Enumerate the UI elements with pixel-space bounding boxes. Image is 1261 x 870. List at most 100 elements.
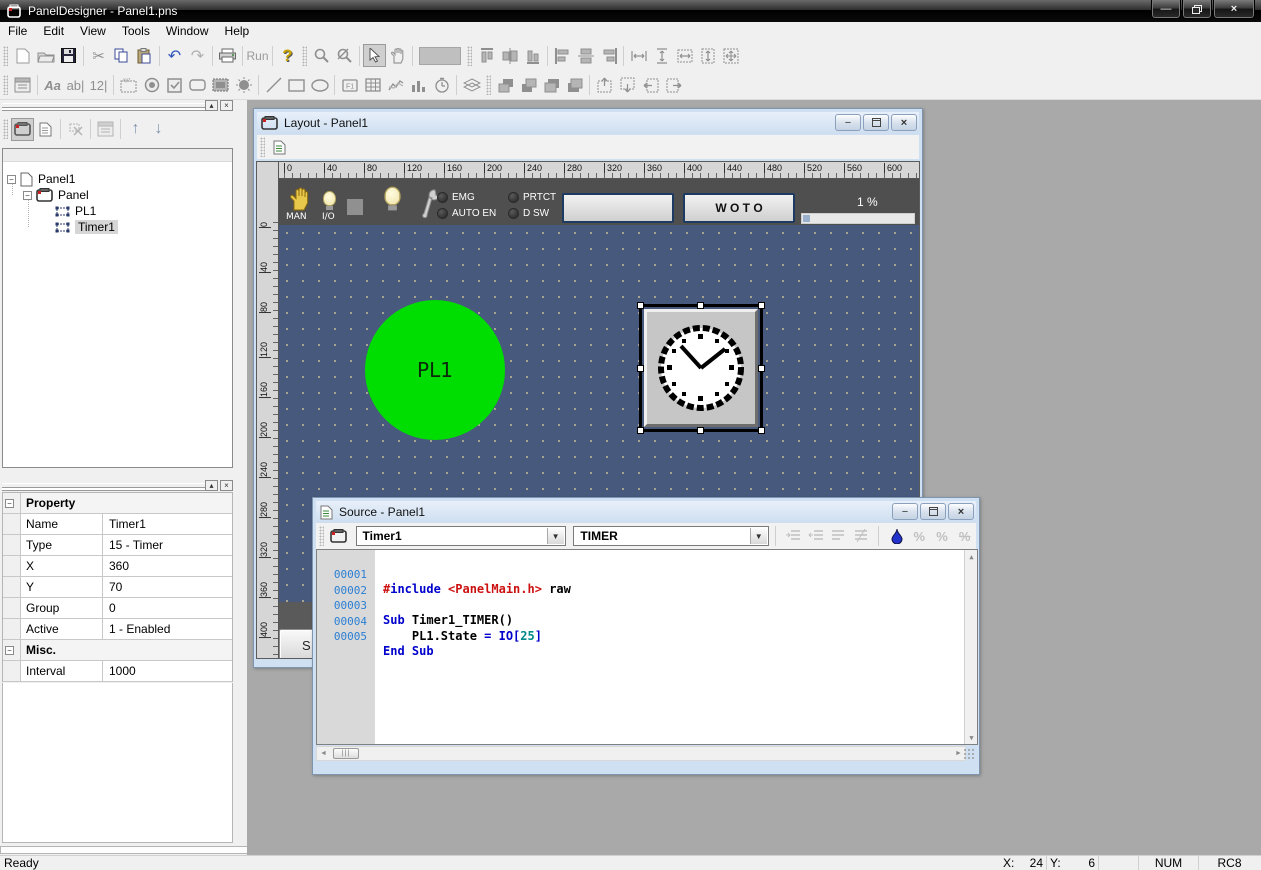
- timer-widget-button[interactable]: [430, 74, 453, 97]
- rectangle-tool-button[interactable]: [285, 74, 308, 97]
- manual-hand-icon[interactable]: [287, 187, 311, 211]
- pan-tool-button[interactable]: [386, 44, 409, 67]
- close-button[interactable]: ×: [948, 503, 974, 520]
- checkbox-widget-button[interactable]: [163, 74, 186, 97]
- nudge-left-button[interactable]: [639, 74, 662, 97]
- bring-to-front-button[interactable]: [494, 74, 517, 97]
- horizontal-scrollbar[interactable]: ◄ ► |||: [316, 746, 966, 761]
- help-button[interactable]: ?: [276, 44, 299, 67]
- ellipse-tool-button[interactable]: [308, 74, 331, 97]
- same-height-button[interactable]: [650, 44, 673, 67]
- align-lefts-button[interactable]: [551, 44, 574, 67]
- collapse-icon[interactable]: −: [5, 499, 14, 508]
- align-middles-button[interactable]: [574, 44, 597, 67]
- menu-view[interactable]: View: [72, 23, 114, 39]
- bar-chart-widget-button[interactable]: [407, 74, 430, 97]
- scroll-left-icon[interactable]: ◄: [317, 747, 330, 760]
- resize-handle[interactable]: [758, 302, 765, 309]
- property-panel-splitter[interactable]: ▴ ×: [2, 480, 233, 491]
- source-window[interactable]: Source - Panel1 − × Timer1 ▼ TIMER ▼: [312, 497, 980, 775]
- resize-handle[interactable]: [697, 302, 704, 309]
- lamp-bulb-icon[interactable]: [384, 187, 400, 211]
- number-tool-button[interactable]: 12|: [87, 74, 110, 97]
- layout-window-titlebar[interactable]: Layout - Panel1 − ×: [257, 112, 919, 134]
- tree-panel-splitter[interactable]: ▴ ×: [2, 100, 233, 111]
- align-left-button[interactable]: [475, 44, 498, 67]
- event-dropdown[interactable]: TIMER ▼: [573, 526, 768, 546]
- io-bulb-icon[interactable]: [323, 191, 336, 210]
- radio-widget-button[interactable]: [140, 74, 163, 97]
- panel-close-button[interactable]: ×: [220, 480, 233, 491]
- source-view-button[interactable]: [34, 118, 57, 141]
- label-tool-button[interactable]: ab|: [64, 74, 87, 97]
- send-to-back-button[interactable]: [517, 74, 540, 97]
- code-line[interactable]: 00002: [317, 570, 963, 586]
- button-widget-button[interactable]: [186, 74, 209, 97]
- form-properties-button[interactable]: [11, 74, 34, 97]
- property-group-header[interactable]: − Misc.: [3, 640, 232, 661]
- toolbar-grip[interactable]: [3, 75, 8, 95]
- menu-edit[interactable]: Edit: [35, 23, 72, 39]
- collapse-icon[interactable]: −: [23, 191, 32, 200]
- property-value[interactable]: 70: [103, 577, 232, 597]
- nudge-down-button[interactable]: [616, 74, 639, 97]
- copy-button[interactable]: [110, 44, 133, 67]
- property-value[interactable]: 0: [103, 598, 232, 618]
- resize-handle[interactable]: [637, 302, 644, 309]
- woto-button[interactable]: W O T O: [683, 193, 795, 223]
- gray-square-icon[interactable]: [347, 199, 363, 215]
- open-file-button[interactable]: [34, 44, 57, 67]
- layers-button[interactable]: [460, 74, 483, 97]
- stretch-width-button[interactable]: [673, 44, 696, 67]
- vertical-scrollbar[interactable]: ▲ ▼: [964, 550, 977, 744]
- page-button[interactable]: [268, 136, 291, 159]
- panel-expand-button[interactable]: ▴: [205, 100, 218, 111]
- paste-button[interactable]: [133, 44, 156, 67]
- cut-button[interactable]: ✂: [87, 44, 110, 67]
- scroll-down-icon[interactable]: ▼: [965, 731, 978, 744]
- toolbar-grip[interactable]: [467, 46, 472, 66]
- blank-strip-button[interactable]: [562, 193, 674, 223]
- menu-help[interactable]: Help: [217, 23, 258, 39]
- pl1-lamp-widget[interactable]: PL1: [365, 300, 505, 440]
- toolbar-grip[interactable]: [486, 75, 491, 95]
- scrollbar-thumb[interactable]: |||: [333, 748, 359, 759]
- tree-item-timer1[interactable]: Timer1: [55, 219, 118, 235]
- property-value[interactable]: 1 - Enabled: [103, 619, 232, 639]
- restore-button[interactable]: [1182, 0, 1212, 19]
- redo-button[interactable]: ↷: [186, 44, 209, 67]
- align-rights-button[interactable]: [597, 44, 620, 67]
- select-tool-button[interactable]: [363, 44, 386, 67]
- zoom-button[interactable]: [310, 44, 333, 67]
- code-line[interactable]: 00001 #include <PanelMain.h> raw: [317, 554, 963, 570]
- align-center-vertical-button[interactable]: [498, 44, 521, 67]
- toolbar-grip[interactable]: [319, 526, 324, 546]
- toolbar-grip[interactable]: [260, 137, 265, 157]
- resize-handle[interactable]: [697, 427, 704, 434]
- toolbar-grip[interactable]: [3, 119, 8, 139]
- menu-window[interactable]: Window: [158, 23, 217, 39]
- move-down-button[interactable]: ↓: [147, 118, 170, 141]
- menu-tools[interactable]: Tools: [114, 23, 158, 39]
- scroll-up-icon[interactable]: ▲: [965, 550, 978, 563]
- dsw-indicator-icon[interactable]: [508, 208, 519, 219]
- syntax-color-button[interactable]: [885, 525, 908, 548]
- autoen-indicator-icon[interactable]: [437, 208, 448, 219]
- property-value[interactable]: 15 - Timer: [103, 535, 232, 555]
- print-button[interactable]: [216, 44, 239, 67]
- line-tool-button[interactable]: [262, 74, 285, 97]
- close-button[interactable]: ×: [891, 114, 917, 131]
- layout-view-button[interactable]: [11, 118, 34, 141]
- tree-item-panel1[interactable]: − Panel1: [7, 171, 75, 187]
- menu-file[interactable]: File: [0, 23, 35, 39]
- code-line[interactable]: 00004 PL1.State = IO[25]: [317, 601, 963, 617]
- restore-button[interactable]: [920, 503, 946, 520]
- lamp-widget-button[interactable]: [232, 74, 255, 97]
- collapse-icon[interactable]: −: [5, 646, 14, 655]
- minimize-button[interactable]: −: [835, 114, 861, 131]
- save-button[interactable]: [57, 44, 80, 67]
- chevron-down-icon[interactable]: ▼: [547, 528, 564, 544]
- line-chart-widget-button[interactable]: [384, 74, 407, 97]
- bring-forward-button[interactable]: [540, 74, 563, 97]
- source-window-titlebar[interactable]: Source - Panel1 − ×: [316, 501, 976, 523]
